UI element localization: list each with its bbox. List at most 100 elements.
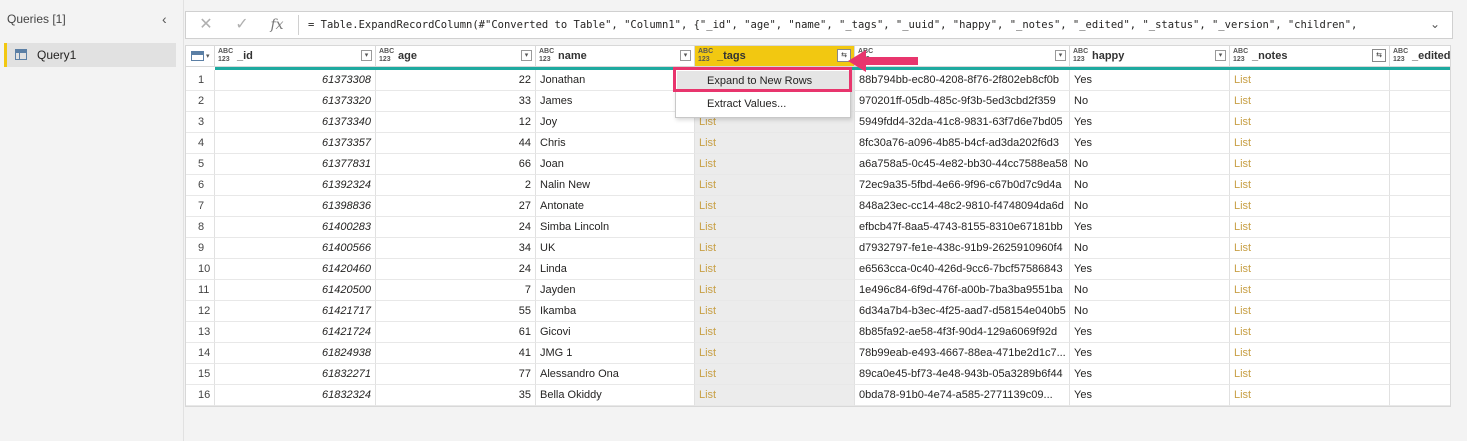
column-header-edited[interactable]: ABC 123 _edited <box>1390 46 1450 67</box>
cell-uuid[interactable]: 8b85fa92-ae58-4f3f-90d4-129a6069f92d <box>855 322 1070 343</box>
cell-age[interactable]: 61 <box>376 322 536 343</box>
cell-age[interactable]: 2 <box>376 175 536 196</box>
cell-name[interactable]: Linda <box>536 259 695 280</box>
cell-edited[interactable] <box>1390 154 1450 175</box>
cell-happy[interactable]: Yes <box>1070 385 1230 406</box>
cell-happy[interactable]: Yes <box>1070 364 1230 385</box>
cell-age[interactable]: 34 <box>376 238 536 259</box>
cell-notes-list-link[interactable]: List <box>1230 280 1390 301</box>
filter-dropdown-icon[interactable]: ▾ <box>521 50 532 61</box>
cell-happy[interactable]: No <box>1070 154 1230 175</box>
column-header-id[interactable]: ABC 123 _id ▾ <box>215 46 376 67</box>
cell-uuid[interactable]: 89ca0e45-bf73-4e48-943b-05a3289b6f44 <box>855 364 1070 385</box>
cell-age[interactable]: 33 <box>376 91 536 112</box>
cell-notes-list-link[interactable]: List <box>1230 196 1390 217</box>
cell-age[interactable]: 44 <box>376 133 536 154</box>
cell-tags-list-link[interactable]: List <box>695 217 855 238</box>
cell-id[interactable]: 61392324 <box>215 175 376 196</box>
column-header-tags[interactable]: ABC 123 _tags ⇆ <box>695 46 855 67</box>
cell-tags-list-link[interactable]: List <box>695 175 855 196</box>
filter-dropdown-icon[interactable]: ▾ <box>1055 50 1066 61</box>
cell-notes-list-link[interactable]: List <box>1230 154 1390 175</box>
cell-uuid[interactable]: 72ec9a35-5fbd-4e66-9f96-c67b0d7c9d4a <box>855 175 1070 196</box>
column-header-notes[interactable]: ABC 123 _notes ⇆ <box>1230 46 1390 67</box>
filter-dropdown-icon[interactable]: ▾ <box>361 50 372 61</box>
cell-name[interactable]: Bella Okiddy <box>536 385 695 406</box>
cell-age[interactable]: 24 <box>376 217 536 238</box>
cell-edited[interactable] <box>1390 343 1450 364</box>
cell-notes-list-link[interactable]: List <box>1230 217 1390 238</box>
cell-tags-list-link[interactable]: List <box>695 259 855 280</box>
cell-edited[interactable] <box>1390 301 1450 322</box>
cell-notes-list-link[interactable]: List <box>1230 385 1390 406</box>
cell-uuid[interactable]: 0bda78-91b0-4e74-a585-2771139c09... <box>855 385 1070 406</box>
cell-edited[interactable] <box>1390 70 1450 91</box>
cell-age[interactable]: 41 <box>376 343 536 364</box>
any-type-icon[interactable]: ABC123 <box>1233 48 1248 64</box>
row-number[interactable]: 6 <box>186 175 215 196</box>
row-number[interactable]: 11 <box>186 280 215 301</box>
cell-tags-list-link[interactable]: List <box>695 133 855 154</box>
cell-uuid[interactable]: 848a23ec-cc14-48c2-9810-f4748094da6d <box>855 196 1070 217</box>
cell-age[interactable]: 66 <box>376 154 536 175</box>
cell-uuid[interactable]: d7932797-fe1e-438c-91b9-2625910960f4 <box>855 238 1070 259</box>
cell-tags-list-link[interactable]: List <box>695 385 855 406</box>
cell-name[interactable]: Antonate <box>536 196 695 217</box>
table-menu-button[interactable]: ▾ <box>186 46 215 67</box>
cell-age[interactable]: 27 <box>376 196 536 217</box>
cell-edited[interactable] <box>1390 133 1450 154</box>
cell-id[interactable]: 61377831 <box>215 154 376 175</box>
cell-notes-list-link[interactable]: List <box>1230 364 1390 385</box>
cell-id[interactable]: 61400566 <box>215 238 376 259</box>
cell-tags-list-link[interactable]: List <box>695 364 855 385</box>
cell-edited[interactable] <box>1390 196 1450 217</box>
cell-id[interactable]: 61400283 <box>215 217 376 238</box>
row-number[interactable]: 8 <box>186 217 215 238</box>
cancel-icon[interactable]: ✕ <box>194 15 218 35</box>
any-type-icon[interactable]: ABC123 <box>698 48 713 64</box>
cell-tags-list-link[interactable]: List <box>695 238 855 259</box>
cell-happy[interactable]: No <box>1070 91 1230 112</box>
cell-happy[interactable]: Yes <box>1070 322 1230 343</box>
cell-tags-list-link[interactable]: List <box>695 154 855 175</box>
row-number[interactable]: 9 <box>186 238 215 259</box>
cell-uuid[interactable]: 78b99eab-e493-4667-88ea-471be2d1c7... <box>855 343 1070 364</box>
cell-edited[interactable] <box>1390 259 1450 280</box>
commit-check-icon[interactable]: ✓ <box>230 15 254 35</box>
cell-happy[interactable]: Yes <box>1070 343 1230 364</box>
cell-edited[interactable] <box>1390 91 1450 112</box>
collapse-chevron-icon[interactable]: ‹ <box>162 11 167 27</box>
cell-happy[interactable]: Yes <box>1070 112 1230 133</box>
cell-id[interactable]: 61832271 <box>215 364 376 385</box>
row-number[interactable]: 13 <box>186 322 215 343</box>
cell-id[interactable]: 61398836 <box>215 196 376 217</box>
cell-uuid[interactable]: 6d34a7b4-b3ec-4f25-aad7-d58154e040b5 <box>855 301 1070 322</box>
cell-name[interactable]: Chris <box>536 133 695 154</box>
cell-id[interactable]: 61824938 <box>215 343 376 364</box>
cell-id[interactable]: 61373308 <box>215 70 376 91</box>
cell-name[interactable]: Jonathan <box>536 70 695 91</box>
cell-age[interactable]: 12 <box>376 112 536 133</box>
cell-uuid[interactable]: e6563cca-0c40-426d-9cc6-7bcf57586843 <box>855 259 1070 280</box>
cell-happy[interactable]: No <box>1070 175 1230 196</box>
formula-input[interactable]: = Table.ExpandRecordColumn(#"Converted t… <box>308 19 1408 31</box>
any-type-icon[interactable]: ABC123 <box>1073 48 1088 64</box>
row-number[interactable]: 2 <box>186 91 215 112</box>
cell-name[interactable]: Ikamba <box>536 301 695 322</box>
cell-uuid[interactable]: 970201ff-05db-485c-9f3b-5ed3cbd2f359 <box>855 91 1070 112</box>
row-number[interactable]: 1 <box>186 70 215 91</box>
cell-uuid[interactable]: 5949fdd4-32da-41c8-9831-63f7d6e7bd05 <box>855 112 1070 133</box>
fx-icon[interactable]: fx <box>265 15 289 35</box>
cell-happy[interactable]: Yes <box>1070 133 1230 154</box>
query-item-query1[interactable]: Query1 <box>4 43 176 67</box>
cell-notes-list-link[interactable]: List <box>1230 133 1390 154</box>
any-type-icon[interactable]: ABC123 <box>539 48 554 64</box>
expand-column-icon[interactable]: ⇆ <box>1372 49 1386 62</box>
cell-edited[interactable] <box>1390 385 1450 406</box>
cell-name[interactable]: JMG 1 <box>536 343 695 364</box>
cell-age[interactable]: 77 <box>376 364 536 385</box>
cell-edited[interactable] <box>1390 280 1450 301</box>
any-type-icon[interactable]: ABC123 <box>1393 48 1408 64</box>
cell-tags-list-link[interactable]: List <box>695 301 855 322</box>
cell-age[interactable]: 24 <box>376 259 536 280</box>
